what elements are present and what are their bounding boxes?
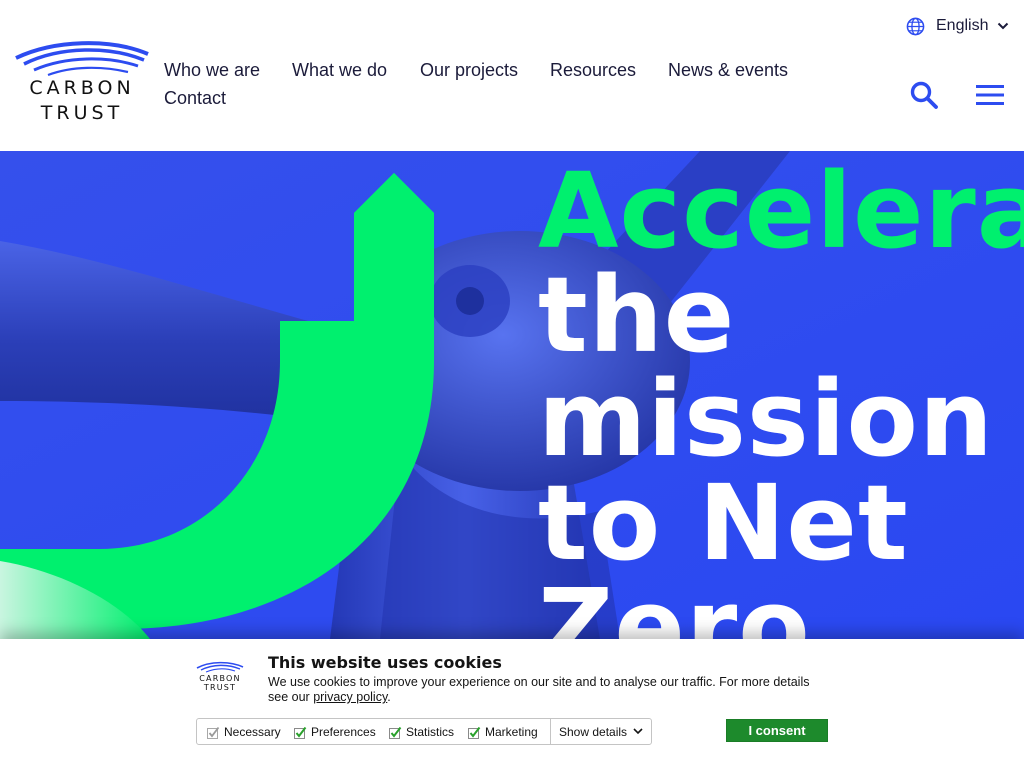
nav-our-projects[interactable]: Our projects: [420, 60, 518, 81]
language-label: English: [936, 17, 989, 34]
cookie-banner-title: This website uses cookies: [268, 653, 502, 672]
language-selector[interactable]: English: [906, 16, 1009, 36]
nav-news-events[interactable]: News & events: [668, 60, 788, 81]
logo-swoosh-icon: [15, 41, 149, 77]
hero-banner: Accelerating the mission to Net Zero: [0, 151, 1024, 639]
logo-swoosh-icon: [196, 661, 244, 673]
hero-headline-line-1: Accelerating: [538, 151, 1024, 272]
checkbox-marketing[interactable]: Marketing: [468, 725, 538, 739]
checkbox-necessary[interactable]: Necessary: [207, 725, 281, 739]
hero-headline-line-5: Zero: [538, 566, 811, 639]
checkbox-checked-disabled-icon: [207, 726, 220, 739]
site-header: CARBON TRUST Who we are What we do Our p…: [0, 0, 1024, 151]
hero-headline-line-4: to Net: [538, 462, 909, 584]
hero-headline-line-3: mission: [538, 358, 994, 480]
checkbox-necessary-label: Necessary: [224, 725, 281, 739]
show-details-label: Show details: [559, 724, 628, 739]
nav-who-we-are[interactable]: Who we are: [164, 60, 260, 81]
checkbox-checked-icon: [468, 726, 481, 739]
checkbox-marketing-label: Marketing: [485, 725, 538, 739]
carbon-trust-logo[interactable]: CARBON TRUST: [14, 34, 150, 124]
chevron-down-icon: [998, 22, 1009, 30]
checkbox-statistics[interactable]: Statistics: [389, 725, 454, 739]
hero-headline-line-2: the: [538, 254, 736, 376]
hero-headline: Accelerating the mission to Net Zero: [538, 159, 1024, 639]
logo-word-carbon: CARBON: [29, 77, 135, 99]
cookie-consent-banner: CARBON TRUST This website uses cookies W…: [0, 639, 1024, 768]
search-icon[interactable]: [909, 80, 939, 110]
globe-icon: [906, 17, 925, 35]
checkbox-statistics-label: Statistics: [406, 725, 455, 739]
logo-word-trust: TRUST: [40, 102, 124, 124]
cookie-preferences-box: Necessary Preferences Statistics Marketi…: [196, 718, 652, 745]
checkbox-checked-icon: [294, 726, 307, 739]
checkbox-preferences[interactable]: Preferences: [294, 725, 376, 739]
i-consent-button[interactable]: I consent: [726, 719, 828, 742]
privacy-policy-link[interactable]: privacy policy: [313, 690, 387, 704]
nav-contact[interactable]: Contact: [164, 88, 226, 109]
cookie-banner-logo: CARBON TRUST: [196, 659, 244, 693]
show-details-toggle[interactable]: Show details: [550, 718, 652, 745]
checkbox-checked-icon: [389, 726, 402, 739]
cookie-banner-text-end: .: [387, 690, 391, 704]
cookie-logo-word-trust: TRUST: [203, 683, 237, 692]
chevron-down-icon: [633, 728, 643, 735]
cookie-logo-word-carbon: CARBON: [199, 674, 241, 683]
checkbox-preferences-label: Preferences: [311, 725, 376, 739]
nav-resources[interactable]: Resources: [550, 60, 636, 81]
nav-what-we-do[interactable]: What we do: [292, 60, 387, 81]
cookie-banner-text: We use cookies to improve your experienc…: [268, 675, 828, 705]
hamburger-menu-icon[interactable]: [975, 83, 1005, 107]
